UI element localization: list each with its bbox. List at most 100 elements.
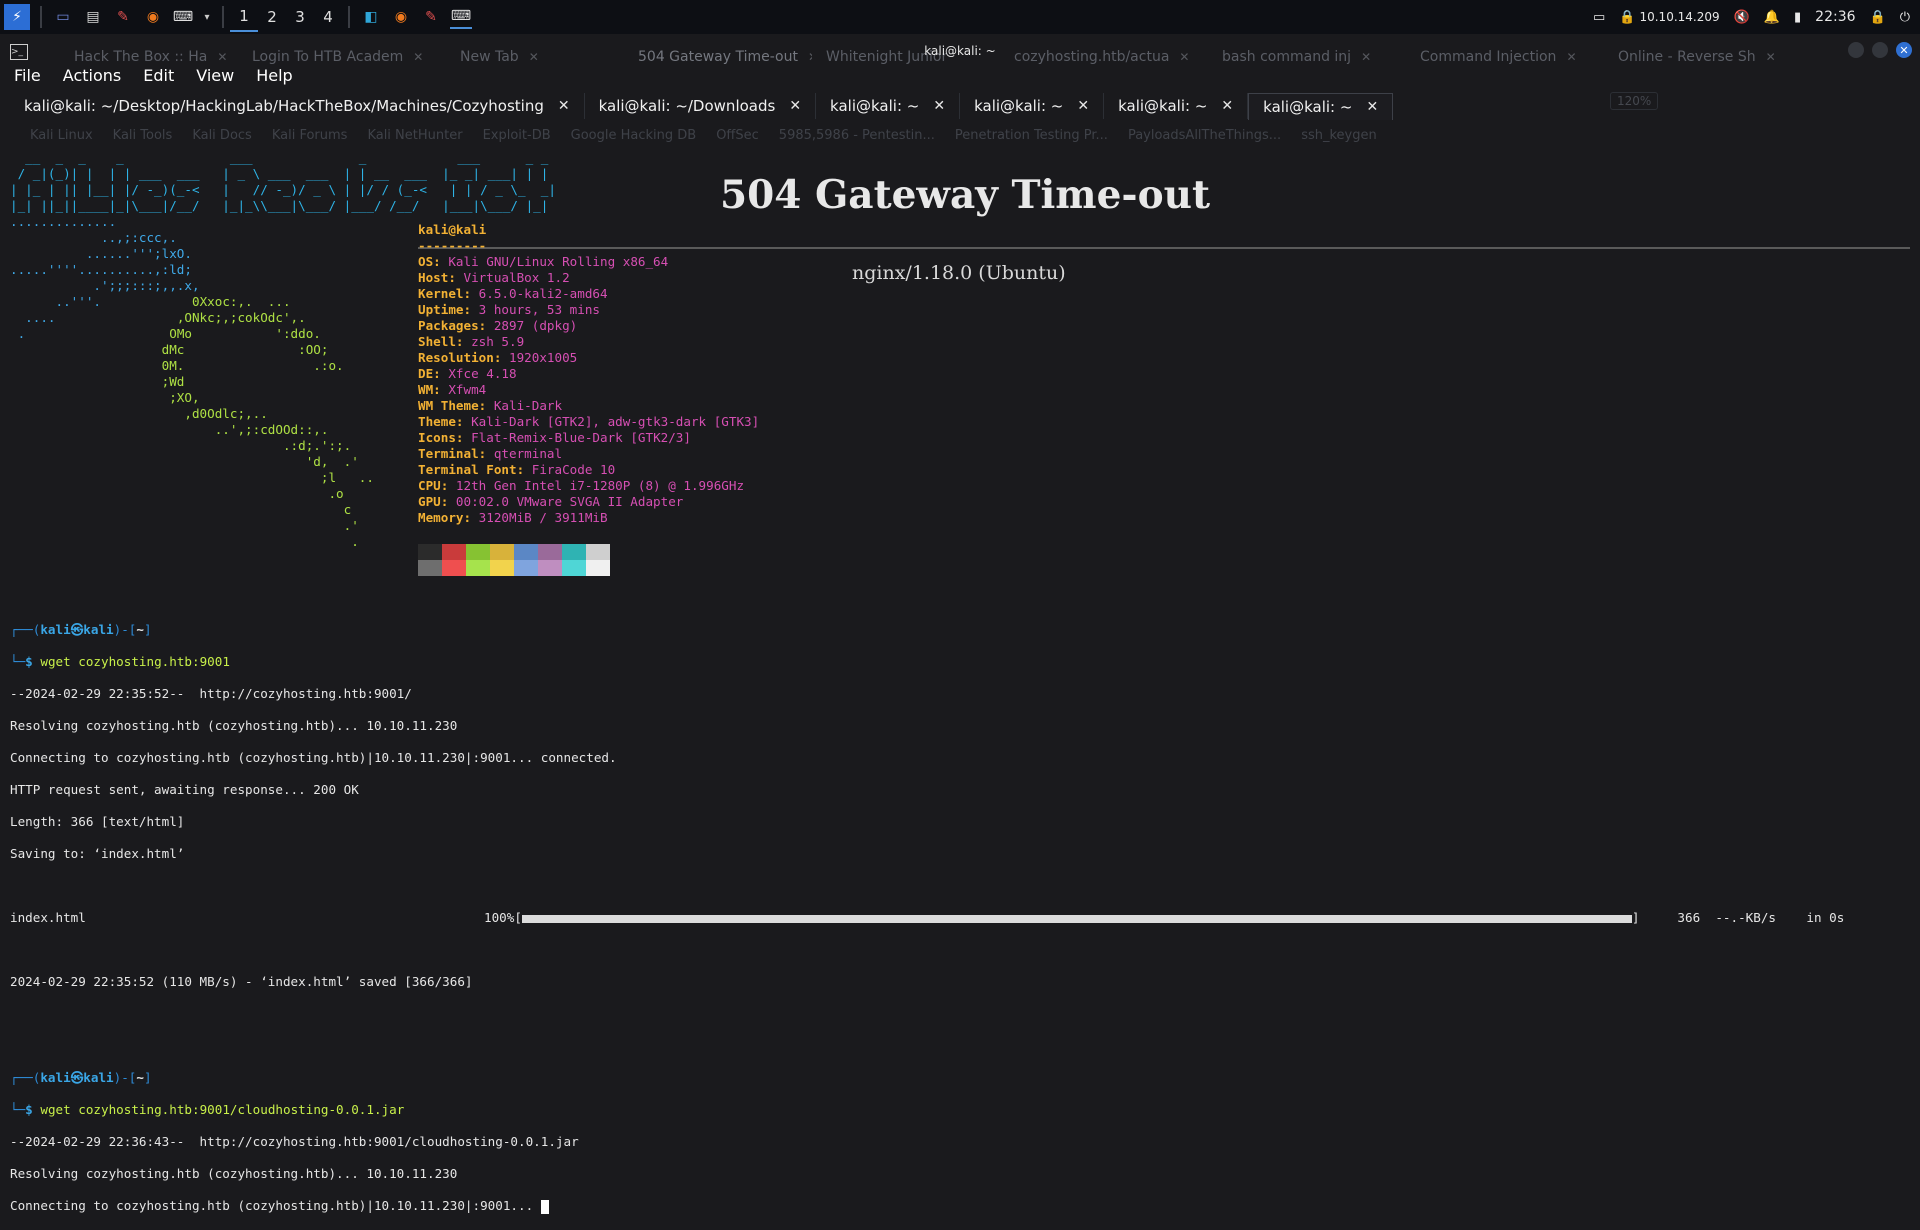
- palette-swatch: [466, 560, 490, 576]
- info-key: Kernel: [418, 286, 464, 301]
- prompt-dir: ~: [136, 1070, 144, 1085]
- file-manager-icon[interactable]: ▤: [82, 6, 104, 28]
- menu-actions[interactable]: Actions: [63, 66, 121, 88]
- info-value: qterminal: [493, 446, 563, 461]
- terminal-tab-label: kali@kali: ~: [1118, 97, 1208, 115]
- command-line: └─$ wget cozyhosting.htb:9001/cloudhosti…: [10, 1102, 405, 1117]
- bookmark[interactable]: Kali Forums: [272, 128, 348, 143]
- firefox-task-icon[interactable]: ◉: [390, 6, 412, 28]
- bookmark[interactable]: Kali Tools: [113, 128, 173, 143]
- menu-help[interactable]: Help: [256, 66, 292, 88]
- kali-menu-icon[interactable]: ⚡: [4, 4, 30, 30]
- prompt-line: ┌──(kali㉿kali)-[~]: [10, 622, 152, 637]
- minimize-button[interactable]: [1848, 42, 1864, 58]
- menu-edit[interactable]: Edit: [143, 66, 174, 88]
- info-value: 3 hours, 53 mins: [478, 302, 600, 317]
- info-key: Terminal: [418, 446, 479, 461]
- info-value: 2897 (dpkg): [493, 318, 578, 333]
- info-value: VirtualBox 1.2: [463, 270, 570, 285]
- menu-file[interactable]: File: [14, 66, 41, 88]
- terminal-cursor[interactable]: [540, 1199, 549, 1214]
- bookmark[interactable]: OffSec: [716, 128, 759, 143]
- menu-view[interactable]: View: [196, 66, 234, 88]
- prompt-user: kali: [40, 1070, 71, 1085]
- bookmarks-toolbar: Kali Linux Kali Tools Kali Docs Kali For…: [0, 124, 1920, 146]
- palette-swatch: [562, 560, 586, 576]
- close-icon[interactable]: ✕: [558, 98, 570, 114]
- terminal-tab[interactable]: kali@kali: ~ ✕: [816, 93, 961, 119]
- panel-separator: [348, 6, 350, 28]
- info-key: Theme: [418, 414, 456, 429]
- terminal-tab[interactable]: kali@kali: ~/Downloads ✕: [585, 93, 817, 119]
- bookmark[interactable]: Google Hacking DB: [571, 128, 697, 143]
- bookmark[interactable]: Kali Docs: [192, 128, 252, 143]
- workspace-4[interactable]: 4: [314, 3, 342, 31]
- bookmark[interactable]: Kali NetHunter: [367, 128, 462, 143]
- output-line: Length: 366 [text/html]: [10, 814, 185, 829]
- terminal-title: kali@kali: ~: [924, 44, 996, 58]
- terminal-tab-label: kali@kali: ~: [830, 97, 920, 115]
- editor-task-icon[interactable]: ✎: [420, 6, 442, 28]
- power-icon[interactable]: ⏻: [1900, 10, 1910, 25]
- palette-swatch: [586, 544, 610, 560]
- info-key: Shell: [418, 334, 456, 349]
- info-value: Flat-Remix-Blue-Dark [GTK2/3]: [471, 430, 691, 445]
- palette-swatch: [466, 544, 490, 560]
- close-icon[interactable]: ✕: [1077, 98, 1089, 114]
- maximize-button[interactable]: [1872, 42, 1888, 58]
- terminal-tab-label: kali@kali: ~: [974, 97, 1064, 115]
- prompt-host: kali: [83, 622, 114, 637]
- info-key: OS: [418, 254, 434, 269]
- bookmark[interactable]: ssh_keygen: [1301, 128, 1377, 143]
- palette-swatch: [418, 560, 442, 576]
- close-icon[interactable]: ✕: [789, 98, 801, 114]
- firefox-icon[interactable]: ◉: [142, 6, 164, 28]
- info-value: zsh 5.9: [471, 334, 525, 349]
- window-controls: ✕: [1848, 42, 1912, 58]
- bookmark[interactable]: Kali Linux: [30, 128, 93, 143]
- info-value: Xfce 4.18: [448, 366, 517, 381]
- progress-line: index.html 100%[] 366 --.-KB/s in 0s: [10, 910, 1845, 925]
- bookmark[interactable]: PayloadsAllTheThings...: [1128, 128, 1281, 143]
- bookmark[interactable]: 5985,5986 - Pentestin...: [779, 128, 935, 143]
- output-line: Resolving cozyhosting.htb (cozyhosting.h…: [10, 718, 458, 733]
- output-line: Connecting to cozyhosting.htb (cozyhosti…: [10, 1198, 1844, 1214]
- notification-bell-icon[interactable]: 🔔: [1764, 10, 1780, 25]
- info-key: Icons: [418, 430, 456, 445]
- palette-swatch: [538, 544, 562, 560]
- color-palette: [418, 544, 610, 576]
- vscode-task-icon[interactable]: ◧: [360, 6, 382, 28]
- terminal-task-icon[interactable]: ⌨: [450, 5, 472, 29]
- figlet-banner: __ _ _ _ ___ _ ___ _ _ / _|(_)| | | | __…: [10, 150, 556, 213]
- info-key: GPU: [418, 494, 441, 509]
- bookmark[interactable]: Penetration Testing Pr...: [955, 128, 1108, 143]
- chevron-down-icon[interactable]: ▾: [202, 6, 212, 28]
- close-window-button[interactable]: ✕: [1896, 42, 1912, 58]
- screen-icon[interactable]: ▭: [1593, 10, 1605, 25]
- terminal-tab[interactable]: kali@kali: ~ ✕: [1104, 93, 1249, 119]
- mute-icon[interactable]: 🔇: [1734, 10, 1750, 25]
- bookmark[interactable]: Exploit-DB: [483, 128, 551, 143]
- close-icon[interactable]: ✕: [933, 98, 945, 114]
- progress-fill: [522, 915, 1631, 922]
- output-line: Connecting to cozyhosting.htb (cozyhosti…: [10, 750, 617, 765]
- close-icon[interactable]: ✕: [1366, 99, 1378, 115]
- info-key: WM: [418, 382, 434, 397]
- terminal-tab[interactable]: kali@kali: ~/Desktop/HackingLab/HackTheB…: [10, 93, 585, 119]
- firefox-zoom-badge[interactable]: 120%: [1610, 92, 1659, 110]
- palette-swatch: [514, 560, 538, 576]
- clock[interactable]: 22:36: [1815, 9, 1855, 25]
- workspace-2[interactable]: 2: [258, 3, 286, 31]
- workspace-1[interactable]: 1: [230, 2, 258, 32]
- terminal-icon[interactable]: ⌨: [172, 6, 194, 28]
- command-session-1: ┌──(kali㉿kali)-[~] └─$ wget cozyhosting.…: [10, 606, 1844, 1230]
- terminal-tab-active[interactable]: kali@kali: ~ ✕: [1248, 93, 1394, 120]
- command-text: wget cozyhosting.htb:9001: [40, 654, 230, 669]
- show-desktop-icon[interactable]: ▭: [52, 6, 74, 28]
- workspace-3[interactable]: 3: [286, 3, 314, 31]
- close-icon[interactable]: ✕: [1221, 98, 1233, 114]
- prompt-user: kali: [40, 622, 71, 637]
- lock-screen-icon[interactable]: 🔒: [1870, 10, 1886, 25]
- terminal-tab[interactable]: kali@kali: ~ ✕: [960, 93, 1105, 119]
- text-editor-icon[interactable]: ✎: [112, 6, 134, 28]
